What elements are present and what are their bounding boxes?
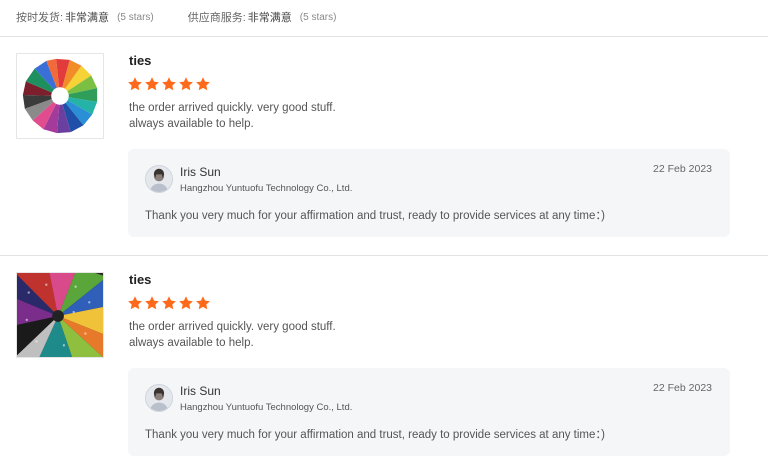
review-text-line: the order arrived quickly. very good stu… (129, 102, 336, 114)
person-icon (146, 166, 172, 192)
rating-label: 供应商服务: (187, 12, 246, 24)
ties-fan-image (17, 54, 103, 138)
rating-value: 非常满意 (65, 12, 110, 24)
avatar (145, 165, 173, 193)
star-icon (195, 76, 211, 92)
review-text-line: always available to help. (129, 337, 254, 349)
reply-date: 22 Feb 2023 (653, 163, 712, 175)
person-icon (146, 385, 172, 411)
seller-company: Hangzhou Yuntuofu Technology Co., Ltd. (180, 402, 353, 413)
star-icon (144, 76, 160, 92)
star-icon (127, 295, 143, 311)
review-item: ties the order arrived quickly. very goo… (0, 272, 783, 470)
review-text: the order arrived quickly. very good stu… (129, 100, 336, 132)
product-name[interactable]: ties (129, 272, 151, 287)
review-text-line: the order arrived quickly. very good stu… (129, 321, 336, 333)
review-text-line: always available to help. (129, 118, 254, 130)
star-icon (178, 76, 194, 92)
rating-count: (5 stars) (117, 11, 154, 23)
product-thumbnail[interactable] (16, 53, 104, 139)
ratings-summary: 按时发货: 非常满意 (5 stars) 供应商服务: 非常满意 (5 star… (16, 9, 336, 25)
seller-company: Hangzhou Yuntuofu Technology Co., Ltd. (180, 183, 353, 194)
seller-reply: Iris Sun Hangzhou Yuntuofu Technology Co… (128, 149, 730, 237)
reply-date: 22 Feb 2023 (653, 382, 712, 394)
star-rating (127, 295, 212, 311)
seller-name: Iris Sun (180, 384, 221, 398)
rating-on-time-delivery: 按时发货: 非常满意 (5 stars) (16, 9, 154, 25)
star-icon (144, 295, 160, 311)
bandana-fan-image (17, 273, 103, 357)
review-text: the order arrived quickly. very good stu… (129, 319, 336, 351)
avatar (145, 384, 173, 412)
divider (0, 36, 768, 37)
review-item: ties the order arrived quickly. very goo… (0, 53, 783, 263)
star-icon (161, 76, 177, 92)
star-icon (127, 76, 143, 92)
star-icon (161, 295, 177, 311)
rating-supplier-service: 供应商服务: 非常满意 (5 stars) (188, 9, 337, 25)
product-thumbnail[interactable] (16, 272, 104, 358)
reply-text: Thank you very much for your affirmation… (145, 210, 605, 222)
star-icon (178, 295, 194, 311)
reply-text: Thank you very much for your affirmation… (145, 429, 605, 441)
seller-reply: Iris Sun Hangzhou Yuntuofu Technology Co… (128, 368, 730, 456)
seller-name: Iris Sun (180, 165, 221, 179)
rating-label: 按时发货: (16, 12, 64, 24)
rating-count: (5 stars) (299, 11, 337, 23)
rating-value: 非常满意 (247, 12, 292, 24)
product-name[interactable]: ties (129, 53, 151, 68)
star-rating (127, 76, 212, 92)
star-icon (195, 295, 211, 311)
divider (0, 255, 768, 256)
